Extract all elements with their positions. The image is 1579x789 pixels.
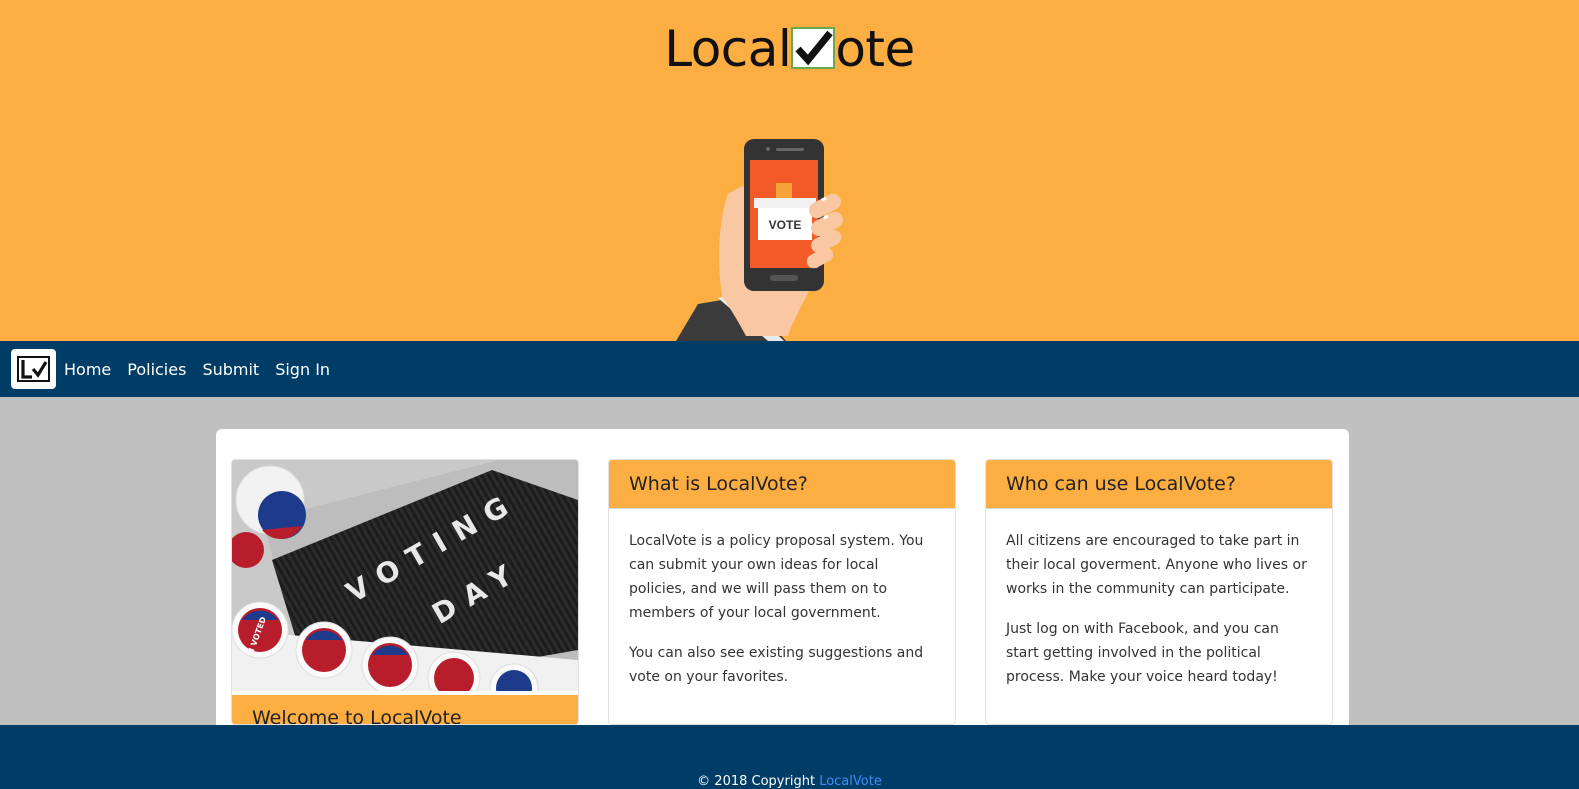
main-navbar: Home Policies Submit Sign In [0, 341, 1579, 397]
site-footer: © 2018 Copyright LocalVote [0, 725, 1579, 789]
footer-copyright: © 2018 Copyright LocalVote [0, 774, 1579, 789]
who-can-use-card-body: All citizens are encouraged to take part… [986, 509, 1332, 689]
checkmark-icon [791, 27, 836, 69]
nav-item-policies[interactable]: Policies [127, 360, 186, 379]
what-is-paragraph-1: LocalVote is a policy proposal system. Y… [629, 533, 924, 621]
copyright-text: © 2018 Copyright [697, 774, 816, 789]
who-can-use-card: Who can use LocalVote? All citizens are … [985, 459, 1333, 725]
nav-links: Home Policies Submit Sign In [64, 341, 330, 397]
welcome-card: VOTING DAY I VOTED Welcome to LocalVote [231, 459, 579, 725]
vote-box-label: VOTE [769, 218, 802, 232]
phone-vote-illustration: VOTE [676, 139, 843, 341]
what-is-card-title: What is LocalVote? [609, 460, 955, 509]
logo-text-end: ote [835, 20, 915, 78]
nav-item-home[interactable]: Home [64, 360, 111, 379]
welcome-card-title: Welcome to LocalVote [232, 695, 578, 724]
who-can-use-card-title: Who can use LocalVote? [986, 460, 1332, 509]
what-is-card: What is LocalVote? LocalVote is a policy… [608, 459, 956, 725]
what-is-paragraph-2: You can also see existing suggestions an… [629, 645, 924, 685]
logo-text-start: Local [664, 20, 792, 78]
what-is-card-body: LocalVote is a policy proposal system. Y… [609, 509, 955, 689]
who-can-use-paragraph-1: All citizens are encouraged to take part… [1006, 533, 1307, 597]
footer-localvote-link[interactable]: LocalVote [819, 774, 882, 789]
who-can-use-paragraph-2: Just log on with Facebook, and you can s… [1006, 621, 1279, 685]
voting-day-photo: VOTING DAY I VOTED [232, 460, 578, 713]
nav-item-sign-in[interactable]: Sign In [275, 360, 330, 379]
nav-item-submit[interactable]: Submit [202, 360, 259, 379]
content-container: VOTING DAY I VOTED Welcome to LocalVote … [216, 429, 1349, 729]
hero-banner: Local ote VOTE [0, 0, 1579, 341]
site-logo[interactable]: Local ote [0, 20, 1579, 78]
localvote-logo-icon[interactable] [11, 349, 56, 389]
